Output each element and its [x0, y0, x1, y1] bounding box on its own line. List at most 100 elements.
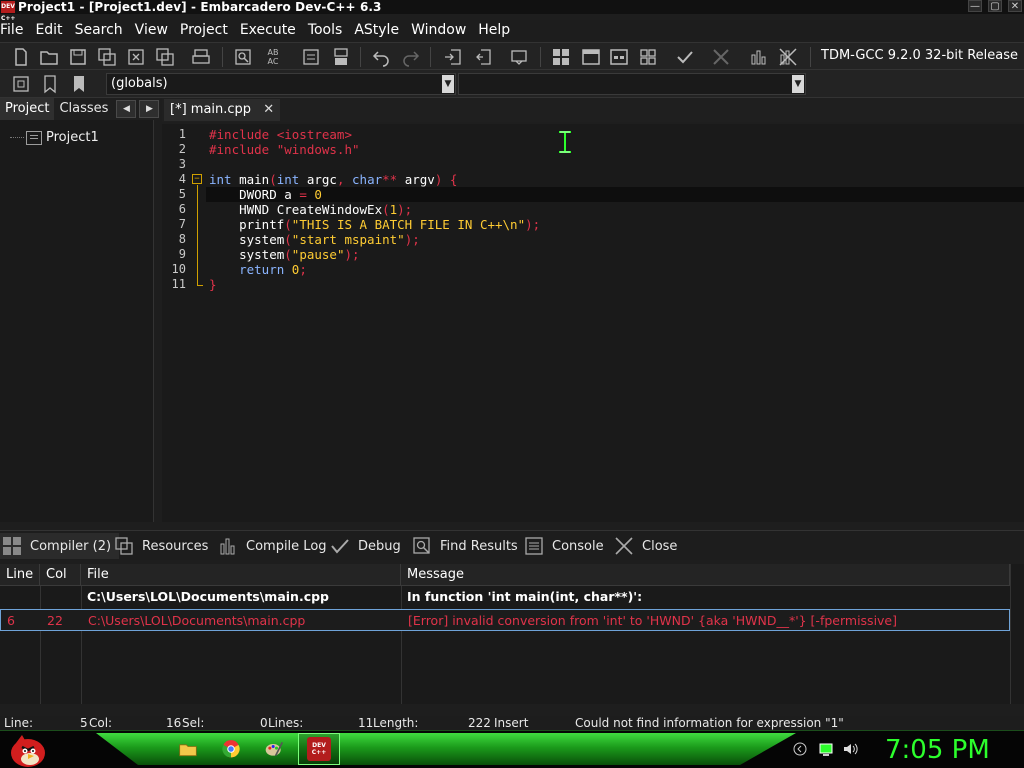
line-number: 3: [178, 157, 186, 171]
menu-file[interactable]: File: [0, 20, 29, 40]
replace-icon[interactable]: AB AC: [262, 46, 284, 68]
new-file-icon[interactable]: [10, 46, 32, 68]
volume-icon[interactable]: [842, 741, 858, 757]
column-header-col[interactable]: Col: [40, 564, 81, 586]
scroll-left-icon[interactable]: ◀: [116, 100, 137, 118]
cell-message: [Error] invalid conversion from 'int' to…: [408, 613, 898, 628]
tab-compile-log[interactable]: Compile Log: [216, 533, 327, 559]
angry-bird-start-icon[interactable]: [8, 731, 48, 768]
rebuild-all-icon[interactable]: [637, 46, 659, 68]
save-icon[interactable]: [67, 46, 89, 68]
tree-item-project1[interactable]: Project1: [10, 130, 99, 145]
goto-line-icon[interactable]: [300, 46, 322, 68]
debug-check-icon: [328, 535, 352, 557]
tab-find-results[interactable]: Find Results: [410, 533, 518, 559]
messages-scrollbar[interactable]: [1010, 564, 1024, 704]
line-number: 4: [178, 172, 186, 186]
indent-icon[interactable]: [442, 46, 464, 68]
close-icon[interactable]: ✕: [263, 102, 274, 117]
code-editor[interactable]: 1 2 3 4 5 6 7 8 9 10 11 − #include <iost…: [162, 124, 1024, 522]
compiler-select[interactable]: TDM-GCC 9.2.0 32-bit Release: [821, 48, 1018, 63]
save-all-icon[interactable]: [96, 46, 118, 68]
tab-main-cpp[interactable]: [*] main.cpp ✕: [164, 99, 281, 121]
find-icon[interactable]: [232, 46, 254, 68]
minimize-button[interactable]: —: [968, 0, 982, 12]
chevron-down-icon[interactable]: ▼: [442, 75, 454, 93]
tab-project[interactable]: Project: [0, 98, 55, 120]
globals-combo-value: (globals): [111, 76, 168, 91]
messages-list: C:\Users\LOL\Documents\main.cpp In funct…: [0, 586, 1010, 704]
maximize-button[interactable]: ▢: [988, 0, 1002, 12]
compile-icon[interactable]: [550, 46, 572, 68]
tab-classes[interactable]: Classes: [54, 98, 113, 120]
chrome-icon[interactable]: [219, 737, 243, 761]
column-header-file[interactable]: File: [81, 564, 401, 586]
menu-execute[interactable]: Execute: [234, 20, 302, 40]
profile-chart-icon[interactable]: [748, 46, 770, 68]
line-number: 2: [178, 142, 186, 156]
fold-toggle-icon[interactable]: −: [192, 174, 202, 184]
table-row[interactable]: C:\Users\LOL\Documents\main.cpp In funct…: [0, 586, 1010, 608]
delete-profile-icon[interactable]: [777, 46, 799, 68]
menu-tools[interactable]: Tools: [302, 20, 349, 40]
code-line-5: DWORD a = 0: [209, 187, 322, 202]
status-length-label: Length:: [373, 716, 419, 730]
tab-resources[interactable]: Resources: [112, 533, 208, 559]
print-icon[interactable]: [190, 46, 212, 68]
menu-window[interactable]: Window: [405, 20, 472, 40]
menu-project[interactable]: Project: [174, 20, 234, 40]
column-header-message[interactable]: Message: [401, 564, 1010, 586]
status-lines-label: Lines:: [268, 716, 304, 730]
stop-execution-icon[interactable]: [710, 46, 732, 68]
menu-edit[interactable]: Edit: [29, 20, 68, 40]
insert-icon[interactable]: [10, 73, 32, 95]
cell-col: [40, 586, 81, 608]
tab-compiler[interactable]: Compiler (2): [0, 533, 120, 559]
scroll-right-icon[interactable]: ▶: [139, 100, 160, 118]
comment-icon[interactable]: [508, 46, 530, 68]
tab-debug[interactable]: Debug: [328, 533, 401, 559]
redo-icon[interactable]: [400, 46, 422, 68]
tab-resources-label: Resources: [142, 538, 209, 554]
goto-bookmark-icon[interactable]: [68, 73, 90, 95]
devcpp-taskbar-icon[interactable]: DEV C++: [307, 737, 331, 761]
taskbar-clock[interactable]: 7:05 PM: [885, 735, 990, 765]
open-folder-icon[interactable]: [38, 46, 60, 68]
file-explorer-icon[interactable]: [176, 737, 200, 761]
undo-icon[interactable]: [370, 46, 392, 68]
unindent-icon[interactable]: [472, 46, 494, 68]
close-all-icon[interactable]: [154, 46, 176, 68]
compile-log-chart-icon: [216, 535, 240, 557]
toggle-bookmark-icon[interactable]: [330, 46, 352, 68]
panel-splitter[interactable]: [154, 120, 162, 522]
paint-icon[interactable]: [262, 737, 286, 761]
tab-console[interactable]: Console: [522, 533, 604, 559]
compile-run-icon[interactable]: [608, 46, 630, 68]
column-header-line[interactable]: Line: [0, 564, 40, 586]
bookmark-icon[interactable]: [39, 73, 61, 95]
network-icon[interactable]: [818, 741, 834, 757]
code-line-8: system("start mspaint");: [209, 232, 420, 247]
members-combo[interactable]: ▼: [458, 73, 806, 95]
main-toolbar: AB AC TDM-GCC 9.2.0 32-bit Release: [0, 42, 1024, 70]
code-line-1: #include <iostream>: [209, 127, 352, 142]
run-icon[interactable]: [580, 46, 602, 68]
menu-help[interactable]: Help: [472, 20, 516, 40]
status-length-value: 222: [468, 716, 491, 730]
menu-view[interactable]: View: [129, 20, 174, 40]
close-window-button[interactable]: ✕: [1008, 0, 1022, 12]
show-hidden-icons-icon[interactable]: [792, 741, 808, 757]
menu-astyle[interactable]: AStyle: [348, 20, 405, 40]
tab-close[interactable]: Close: [612, 533, 677, 559]
status-lines-value: 11: [358, 716, 374, 730]
syntax-check-icon[interactable]: [674, 46, 696, 68]
menu-search[interactable]: Search: [69, 20, 129, 40]
chevron-down-icon[interactable]: ▼: [792, 75, 804, 93]
table-row-error[interactable]: 6 22 C:\Users\LOL\Documents\main.cpp [Er…: [0, 609, 1010, 631]
globals-combo[interactable]: (globals) ▼: [106, 73, 456, 95]
status-line-label: Line:: [4, 716, 34, 730]
code-line-9: system("pause");: [209, 247, 360, 262]
close-file-icon[interactable]: [125, 46, 147, 68]
tab-compile-log-label: Compile Log: [246, 538, 327, 554]
menu-bar: File Edit Search View Project Execute To…: [0, 20, 1024, 40]
